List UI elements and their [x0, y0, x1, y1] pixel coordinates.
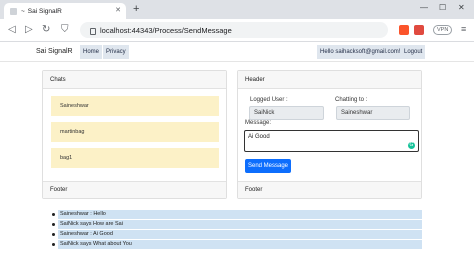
message-item: Saineshwar : Ai Good	[52, 230, 422, 239]
nav-privacy-link[interactable]: Privacy	[103, 45, 129, 59]
menu-icon[interactable]: ≡	[461, 24, 466, 34]
chat-item-saineshwar[interactable]: Saineshwar	[51, 96, 219, 116]
message-text: SaiNick says What about You	[58, 240, 422, 249]
bullet-icon	[52, 223, 55, 226]
chats-card-header: Chats	[43, 71, 226, 89]
bullet-icon	[52, 213, 55, 216]
browser-tab[interactable]: ~ Sai SignalR ✕	[4, 3, 126, 19]
message-text: SaiNick says How are Sai	[58, 220, 422, 229]
message-text: Saineshwar : Ai Good	[58, 230, 422, 239]
chats-card-footer: Footer	[43, 181, 226, 198]
user-greeting-link[interactable]: Hello saihacksoft@gmail.com!	[317, 45, 404, 59]
chats-card: Chats Saineshwar martinbag bag1 Footer	[42, 70, 227, 199]
message-input[interactable]: Ai Good G	[244, 130, 419, 152]
logout-button[interactable]: Logout	[401, 45, 426, 59]
bullet-icon	[52, 233, 55, 236]
rewards-icon[interactable]	[414, 25, 424, 35]
address-bar[interactable]: localhost:44343/Process/SendMessage	[80, 22, 388, 38]
message-label: Message:	[245, 120, 272, 126]
chat-item-martinbag[interactable]: martinbag	[51, 122, 219, 142]
message-input-text: Ai Good	[248, 134, 270, 140]
browser-toolbar: ◁ ▷ ↻ ⛉ localhost:44343/Process/SendMess…	[0, 19, 474, 42]
browser-tabbar: ~ Sai SignalR ✕ + — ☐ ✕	[0, 0, 474, 19]
forward-icon[interactable]: ▷	[25, 23, 33, 37]
message-item: SaiNick says How are Sai	[52, 220, 422, 229]
message-item: Saineshwar : Hello	[52, 210, 422, 219]
send-message-button[interactable]: Send Message	[245, 159, 291, 173]
new-tab-icon[interactable]: +	[133, 3, 139, 15]
favicon-icon	[10, 7, 17, 15]
reload-icon[interactable]: ↻	[42, 23, 50, 37]
minimize-icon[interactable]: —	[420, 3, 428, 12]
nav-home-link[interactable]: Home	[80, 45, 103, 59]
back-icon[interactable]: ◁	[8, 23, 16, 37]
chatting-to-field: Saineshwar	[336, 106, 410, 120]
message-card-footer: Footer	[238, 181, 421, 198]
brand-link[interactable]: Sai SignalR	[36, 48, 73, 55]
close-window-icon[interactable]: ✕	[458, 3, 465, 12]
url-text: localhost:44343/Process/SendMessage	[100, 25, 232, 35]
message-item: SaiNick says What about You	[52, 240, 422, 249]
bookmark-icon[interactable]: ⛉	[61, 23, 69, 37]
lock-icon	[90, 27, 96, 35]
brave-shield-icon[interactable]	[399, 25, 409, 35]
tab-close-icon[interactable]: ✕	[115, 6, 121, 14]
tab-title: Sai SignalR	[27, 7, 62, 15]
chat-item-bag1[interactable]: bag1	[51, 148, 219, 168]
grammarly-icon[interactable]: G	[408, 142, 415, 149]
bullet-icon	[52, 243, 55, 246]
maximize-icon[interactable]: ☐	[439, 3, 446, 12]
message-card-header: Header	[238, 71, 421, 89]
chatting-to-label: Chatting to :	[335, 97, 368, 103]
logged-user-label: Logged User :	[250, 97, 288, 103]
vpn-button[interactable]: VPN	[433, 25, 453, 35]
message-text: Saineshwar : Hello	[58, 210, 422, 219]
tab-prefix: ~	[21, 7, 25, 15]
logged-user-field: SaiNick	[249, 106, 324, 120]
site-navbar: Sai SignalR Home Privacy Hello saihackso…	[0, 42, 474, 62]
message-list: Saineshwar : Hello SaiNick says How are …	[52, 210, 422, 250]
